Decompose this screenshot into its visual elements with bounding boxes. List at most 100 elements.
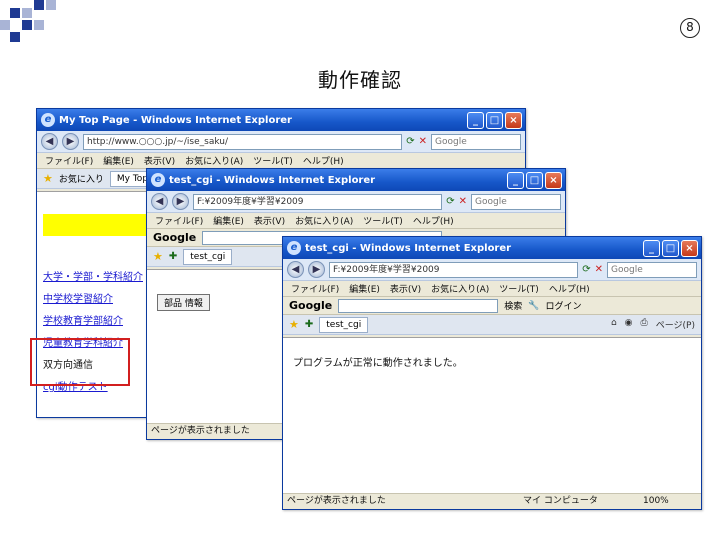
menu-bar: ファイル(F) 編集(E) 表示(V) お気に入り(A) ツール(T) ヘルプ(… <box>283 281 701 297</box>
menu-favorites[interactable]: お気に入り(A) <box>295 214 353 227</box>
window-title: My Top Page - Windows Internet Explorer <box>59 114 292 126</box>
menu-tools[interactable]: ツール(T) <box>363 214 403 227</box>
slide: 8 動作確認 e My Top Page - Windows Internet … <box>0 0 720 540</box>
ie-icon: e <box>41 113 55 127</box>
favorites-star-icon[interactable]: ★ <box>289 318 299 331</box>
deco-square <box>10 32 20 42</box>
info-button[interactable]: 部品 情報 <box>157 294 210 311</box>
window-title: test_cgi - Windows Internet Explorer <box>305 242 512 254</box>
maximize-button[interactable]: □ <box>662 239 679 257</box>
title-bar[interactable]: e My Top Page - Windows Internet Explore… <box>37 109 525 131</box>
status-text: ページが表示されました <box>287 496 386 506</box>
refresh-icon[interactable]: ⟳ <box>406 136 414 147</box>
favorites-label[interactable]: お気に入り <box>59 172 104 185</box>
link-item[interactable]: 大学・学部・学科紹介 <box>43 268 143 290</box>
deco-square <box>0 20 10 30</box>
menu-tools[interactable]: ツール(T) <box>253 154 293 167</box>
zone-label: マイ コンピュータ <box>523 496 598 506</box>
tab-test-cgi[interactable]: test_cgi <box>319 316 369 333</box>
menu-file[interactable]: ファイル(F) <box>45 154 93 167</box>
maximize-button[interactable]: □ <box>486 111 503 129</box>
forward-icon[interactable]: ▶ <box>172 193 189 210</box>
menu-view[interactable]: 表示(V) <box>390 282 421 295</box>
add-favorite-icon[interactable]: ✚ <box>305 319 313 330</box>
address-row: ◀ ▶ F:¥2009年度¥学習¥2009 ⟳ ✕ Google <box>283 259 701 281</box>
status-bar: ページが表示されました マイ コンピュータ 100% <box>283 493 701 509</box>
favorites-star-icon[interactable]: ★ <box>153 250 163 263</box>
menu-view[interactable]: 表示(V) <box>254 214 285 227</box>
home-icon[interactable]: ⌂ <box>611 318 617 331</box>
stop-icon[interactable]: ✕ <box>595 264 603 275</box>
menu-edit[interactable]: 編集(E) <box>213 214 244 227</box>
menu-file[interactable]: ファイル(F) <box>291 282 339 295</box>
close-button[interactable]: × <box>505 111 522 129</box>
page-menu[interactable]: ページ(P) <box>656 318 695 331</box>
address-bar[interactable]: F:¥2009年度¥学習¥2009 <box>193 193 443 210</box>
address-row: ◀ ▶ F:¥2009年度¥学習¥2009 ⟳ ✕ Google <box>147 191 565 213</box>
address-row: ◀ ▶ http://www.○○○.jp/~/ise_saku/ ⟳ ✕ Go… <box>37 131 525 153</box>
menu-edit[interactable]: 編集(E) <box>103 154 134 167</box>
maximize-button[interactable]: □ <box>526 171 543 189</box>
deco-square <box>34 20 44 30</box>
link-item[interactable]: 中学校学習紹介 <box>43 290 143 312</box>
refresh-icon[interactable]: ⟳ <box>446 196 454 207</box>
print-icon[interactable]: ⎙ <box>641 318 648 331</box>
search-input[interactable]: Google <box>471 193 561 210</box>
highlight-box <box>30 338 130 386</box>
close-button[interactable]: × <box>545 171 562 189</box>
forward-icon[interactable]: ▶ <box>62 133 79 150</box>
google-search-button[interactable]: 検索 <box>504 299 522 312</box>
back-icon[interactable]: ◀ <box>41 133 58 150</box>
title-bar[interactable]: e test_cgi - Windows Internet Explorer _… <box>283 237 701 259</box>
menu-help[interactable]: ヘルプ(H) <box>549 282 590 295</box>
menu-tools[interactable]: ツール(T) <box>499 282 539 295</box>
stop-icon[interactable]: ✕ <box>419 136 427 147</box>
add-favorite-icon[interactable]: ✚ <box>169 251 177 262</box>
tab-row: ★ ✚ test_cgi ⌂ ◉ ⎙ ページ(P) <box>283 315 701 335</box>
google-logo: Google <box>289 299 333 312</box>
back-icon[interactable]: ◀ <box>287 261 304 278</box>
deco-square <box>10 8 20 18</box>
page-content: プログラムが正常に動作されました。 <box>283 337 701 493</box>
deco-square <box>22 20 32 30</box>
zoom-level[interactable]: 100% <box>643 494 669 509</box>
search-input[interactable]: Google <box>607 261 697 278</box>
menu-help[interactable]: ヘルプ(H) <box>303 154 344 167</box>
minimize-button[interactable]: _ <box>467 111 484 129</box>
login-link[interactable]: ログイン <box>545 299 581 312</box>
menu-favorites[interactable]: お気に入り(A) <box>431 282 489 295</box>
menu-view[interactable]: 表示(V) <box>144 154 175 167</box>
google-logo: Google <box>153 231 197 244</box>
menu-bar: ファイル(F) 編集(E) 表示(V) お気に入り(A) ツール(T) ヘルプ(… <box>147 213 565 229</box>
menu-bar: ファイル(F) 編集(E) 表示(V) お気に入り(A) ツール(T) ヘルプ(… <box>37 153 525 169</box>
slide-number: 8 <box>680 18 700 38</box>
browser-window-3: e test_cgi - Windows Internet Explorer _… <box>282 236 702 510</box>
favorites-star-icon[interactable]: ★ <box>43 172 53 185</box>
menu-favorites[interactable]: お気に入り(A) <box>185 154 243 167</box>
minimize-button[interactable]: _ <box>643 239 660 257</box>
menu-file[interactable]: ファイル(F) <box>155 214 203 227</box>
title-bar[interactable]: e test_cgi - Windows Internet Explorer _… <box>147 169 565 191</box>
command-bar: ⌂ ◉ ⎙ ページ(P) <box>611 318 701 331</box>
window-title: test_cgi - Windows Internet Explorer <box>169 174 376 186</box>
menu-help[interactable]: ヘルプ(H) <box>413 214 454 227</box>
menu-edit[interactable]: 編集(E) <box>349 282 380 295</box>
deco-square <box>22 8 32 18</box>
close-button[interactable]: × <box>681 239 698 257</box>
forward-icon[interactable]: ▶ <box>308 261 325 278</box>
link-item[interactable]: 学校教育学部紹介 <box>43 312 143 334</box>
address-bar[interactable]: F:¥2009年度¥学習¥2009 <box>329 261 579 278</box>
result-message: プログラムが正常に動作されました。 <box>293 358 463 369</box>
address-bar[interactable]: http://www.○○○.jp/~/ise_saku/ <box>83 133 403 150</box>
minimize-button[interactable]: _ <box>507 171 524 189</box>
tab-test-cgi[interactable]: test_cgi <box>183 248 233 265</box>
wrench-icon[interactable]: 🔧 <box>528 301 539 311</box>
google-search-input[interactable] <box>338 298 499 313</box>
deco-square <box>46 0 56 10</box>
refresh-icon[interactable]: ⟳ <box>582 264 590 275</box>
google-toolbar: Google 検索 🔧 ログイン <box>283 297 701 315</box>
search-input[interactable]: Google <box>431 133 521 150</box>
feed-icon[interactable]: ◉ <box>625 318 633 331</box>
back-icon[interactable]: ◀ <box>151 193 168 210</box>
stop-icon[interactable]: ✕ <box>459 196 467 207</box>
